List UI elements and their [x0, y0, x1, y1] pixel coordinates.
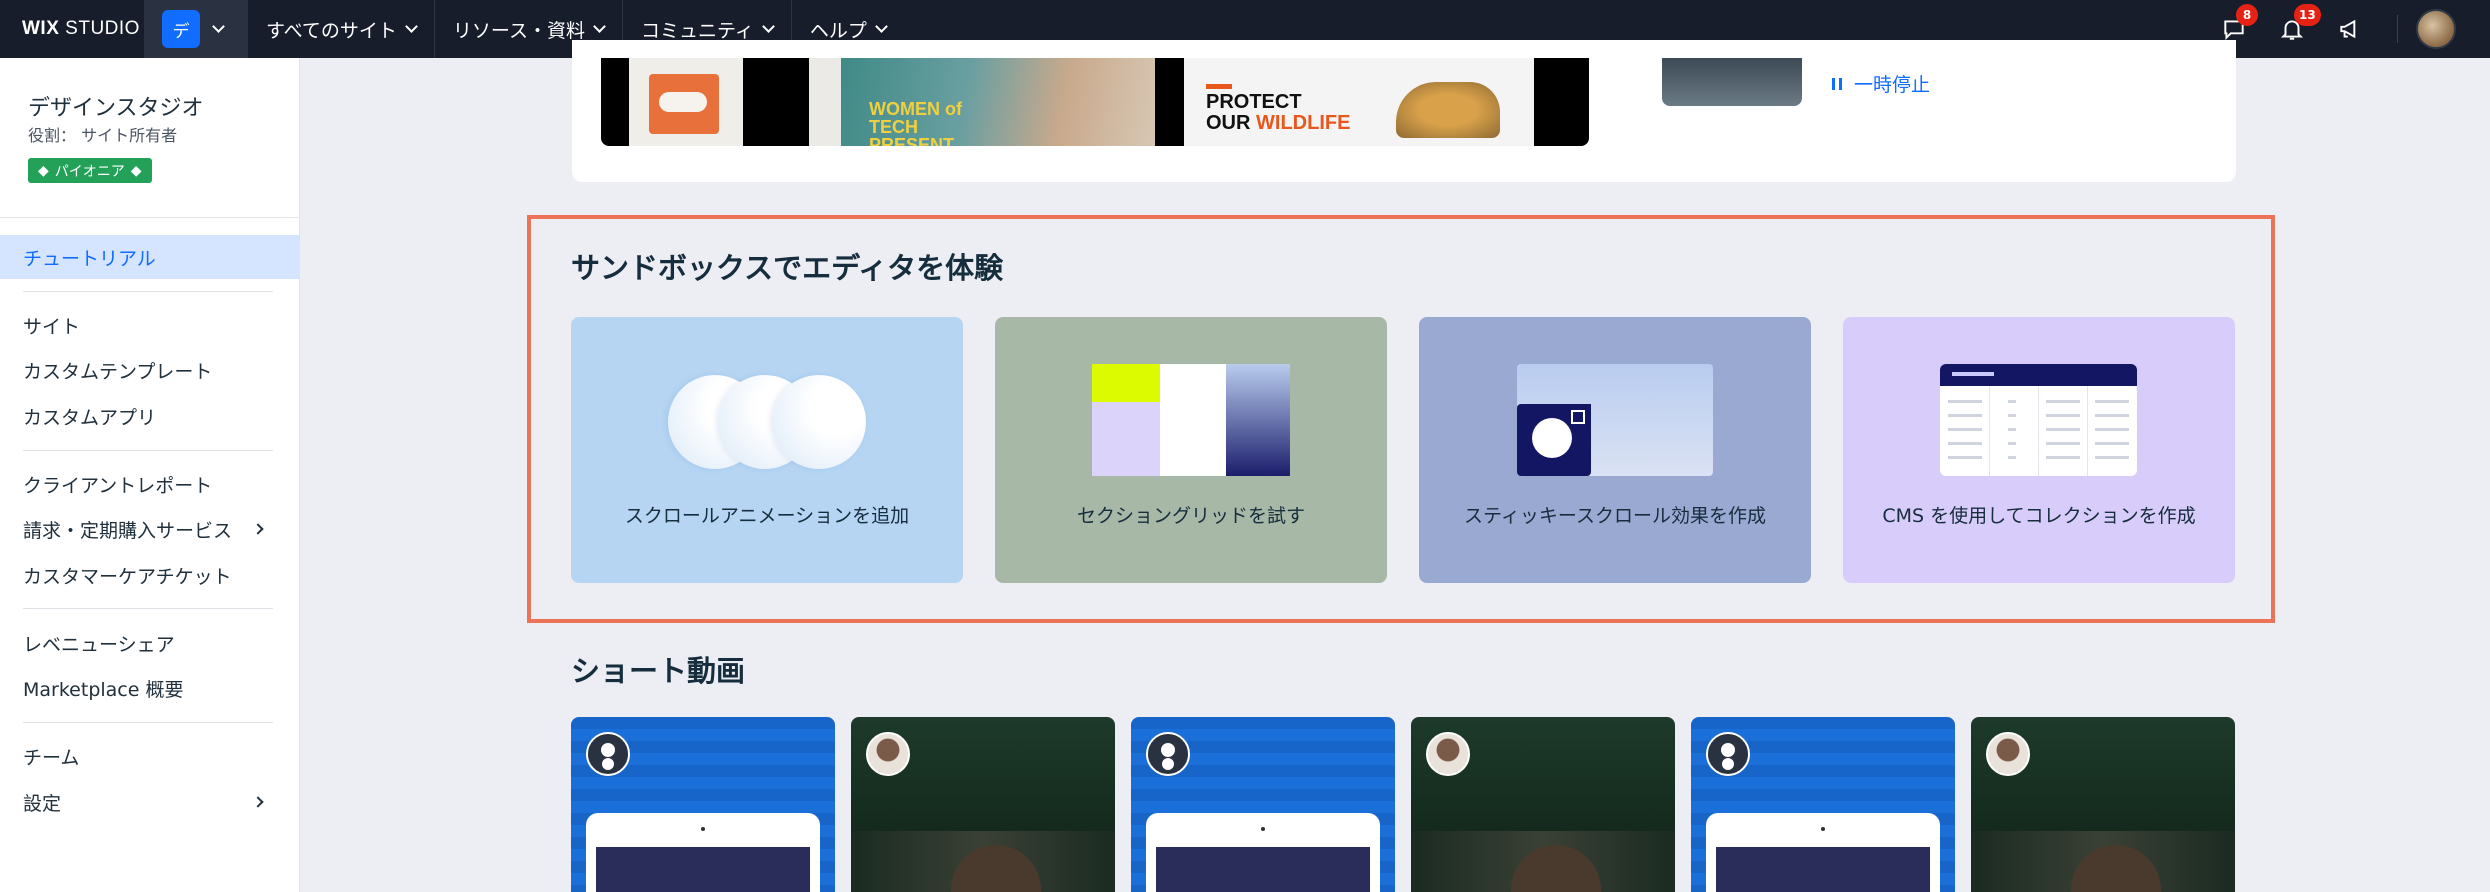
template-thumbnail[interactable] — [629, 58, 743, 146]
presenter-avatar — [1426, 732, 1470, 776]
divider — [0, 217, 300, 218]
thumbnail-accent-bar — [1206, 84, 1232, 89]
chevron-right-icon — [252, 523, 264, 535]
video-thumbnail[interactable] — [1662, 58, 1802, 106]
thumbnail-text: WOMEN of TECH PRESENT — [869, 99, 962, 146]
sidebar-item-sites[interactable]: サイト — [0, 303, 300, 347]
circle-illustration — [772, 375, 866, 469]
sidebar-item-care-tickets[interactable]: カスタマーケアチケット — [0, 553, 300, 597]
user-avatar-icon — [586, 732, 630, 776]
tablet-preview — [586, 813, 820, 892]
chevron-down-icon — [212, 20, 225, 33]
thumbnail-photo — [1396, 82, 1500, 138]
card-scroll-animation[interactable]: スクロールアニメーションを追加 — [571, 317, 963, 583]
chevron-down-icon — [405, 20, 418, 33]
card-label: CMS を使用してコレクションを作成 — [1882, 505, 2196, 527]
tablet-preview — [1706, 813, 1940, 892]
card-section-grid[interactable]: セクショングリッドを試す — [995, 317, 1387, 583]
chevron-down-icon — [875, 20, 888, 33]
short-video-card[interactable] — [1971, 717, 2235, 892]
card-sticky-scroll[interactable]: スティッキースクロール効果を作成 — [1419, 317, 1811, 583]
workspace-title: デザインスタジオ — [28, 96, 204, 121]
sidebar-item-settings[interactable]: 設定 — [0, 780, 300, 824]
grid-illustration — [1092, 364, 1290, 476]
site-badge: デ — [162, 10, 200, 48]
sidebar-item-marketplace[interactable]: Marketplace 概要 — [0, 666, 300, 710]
megaphone-icon — [2340, 19, 2356, 39]
cms-table-illustration — [1940, 364, 2137, 476]
sidebar-item-custom-apps[interactable]: カスタムアプリ — [0, 394, 300, 438]
short-videos-title: ショート動画 — [571, 654, 746, 688]
divider — [23, 291, 273, 292]
template-thumbnail-women-in-tech[interactable]: WOMEN of TECH PRESENT — [809, 58, 1155, 146]
pause-icon — [1832, 77, 1842, 90]
chevron-down-icon — [761, 20, 775, 33]
sidebar-item-tutorials[interactable]: チュートリアル — [0, 235, 300, 279]
site-switcher[interactable]: デ — [144, 0, 248, 58]
tablet-preview — [1146, 813, 1380, 892]
card-label: セクショングリッドを試す — [1076, 505, 1305, 527]
short-video-card[interactable] — [851, 717, 1115, 892]
short-video-card[interactable] — [571, 717, 835, 892]
sidebar-item-billing[interactable]: 請求・定期購入サービス — [0, 507, 300, 551]
presenter-avatar — [866, 732, 910, 776]
thumbnail-illustration — [649, 74, 719, 134]
workspace-role: 役割： サイト所有者 — [28, 126, 178, 145]
chat-count-badge: 8 — [2236, 4, 2258, 26]
sidebar-item-team[interactable]: チーム — [0, 734, 300, 778]
nav-all-sites[interactable]: すべてのサイト — [248, 0, 435, 58]
short-video-card[interactable] — [1691, 717, 1955, 892]
card-label: スティッキースクロール効果を作成 — [1464, 505, 1766, 527]
template-thumbnail-wildlife[interactable]: PROTECT OUR WILDLIFE — [1184, 58, 1534, 146]
thumbnail-text: PROTECT OUR WILDLIFE — [1206, 91, 1351, 134]
chevron-right-icon — [252, 796, 264, 808]
plan-badge: ◆ パイオニア ◆ — [28, 158, 152, 183]
pause-button[interactable]: 一時停止 — [1832, 70, 1930, 97]
sidebar-item-client-reports[interactable]: クライアントレポート — [0, 462, 300, 506]
chevron-down-icon — [593, 20, 606, 33]
sidebar-item-custom-templates[interactable]: カスタムテンプレート — [0, 348, 300, 392]
short-video-card[interactable] — [1411, 717, 1675, 892]
sticky-illustration — [1517, 364, 1713, 476]
user-avatar-icon — [1146, 732, 1190, 776]
notifications-button[interactable]: 13 — [2263, 0, 2321, 58]
divider — [23, 450, 273, 451]
user-avatar[interactable] — [2416, 9, 2456, 49]
diamond-icon: ◆ — [38, 162, 49, 179]
short-video-card[interactable] — [1131, 717, 1395, 892]
diamond-icon: ◆ — [130, 162, 142, 179]
divider — [2397, 15, 2398, 43]
sidebar: デザインスタジオ 役割： サイト所有者 ◆ パイオニア ◆ チュートリアル サイト … — [0, 58, 300, 892]
divider — [23, 608, 273, 609]
wix-studio-logo[interactable]: WIX STUDIO — [0, 18, 144, 40]
expand-icon — [1571, 410, 1585, 424]
divider — [23, 722, 273, 723]
announcements-button[interactable] — [2321, 0, 2379, 58]
notification-count-badge: 13 — [2294, 4, 2321, 26]
card-label: スクロールアニメーションを追加 — [624, 505, 910, 527]
sidebar-item-revenue-share[interactable]: レベニューシェア — [0, 621, 300, 665]
template-carousel[interactable]: WOMEN of TECH PRESENT PROTECT OUR WILDLIF… — [601, 58, 1589, 146]
presenter-avatar — [1986, 732, 2030, 776]
card-cms-collection[interactable]: CMS を使用してコレクションを作成 — [1843, 317, 2235, 583]
sandbox-section-title: サンドボックスでエディタを体験 — [571, 251, 1004, 285]
user-avatar-icon — [1706, 732, 1750, 776]
